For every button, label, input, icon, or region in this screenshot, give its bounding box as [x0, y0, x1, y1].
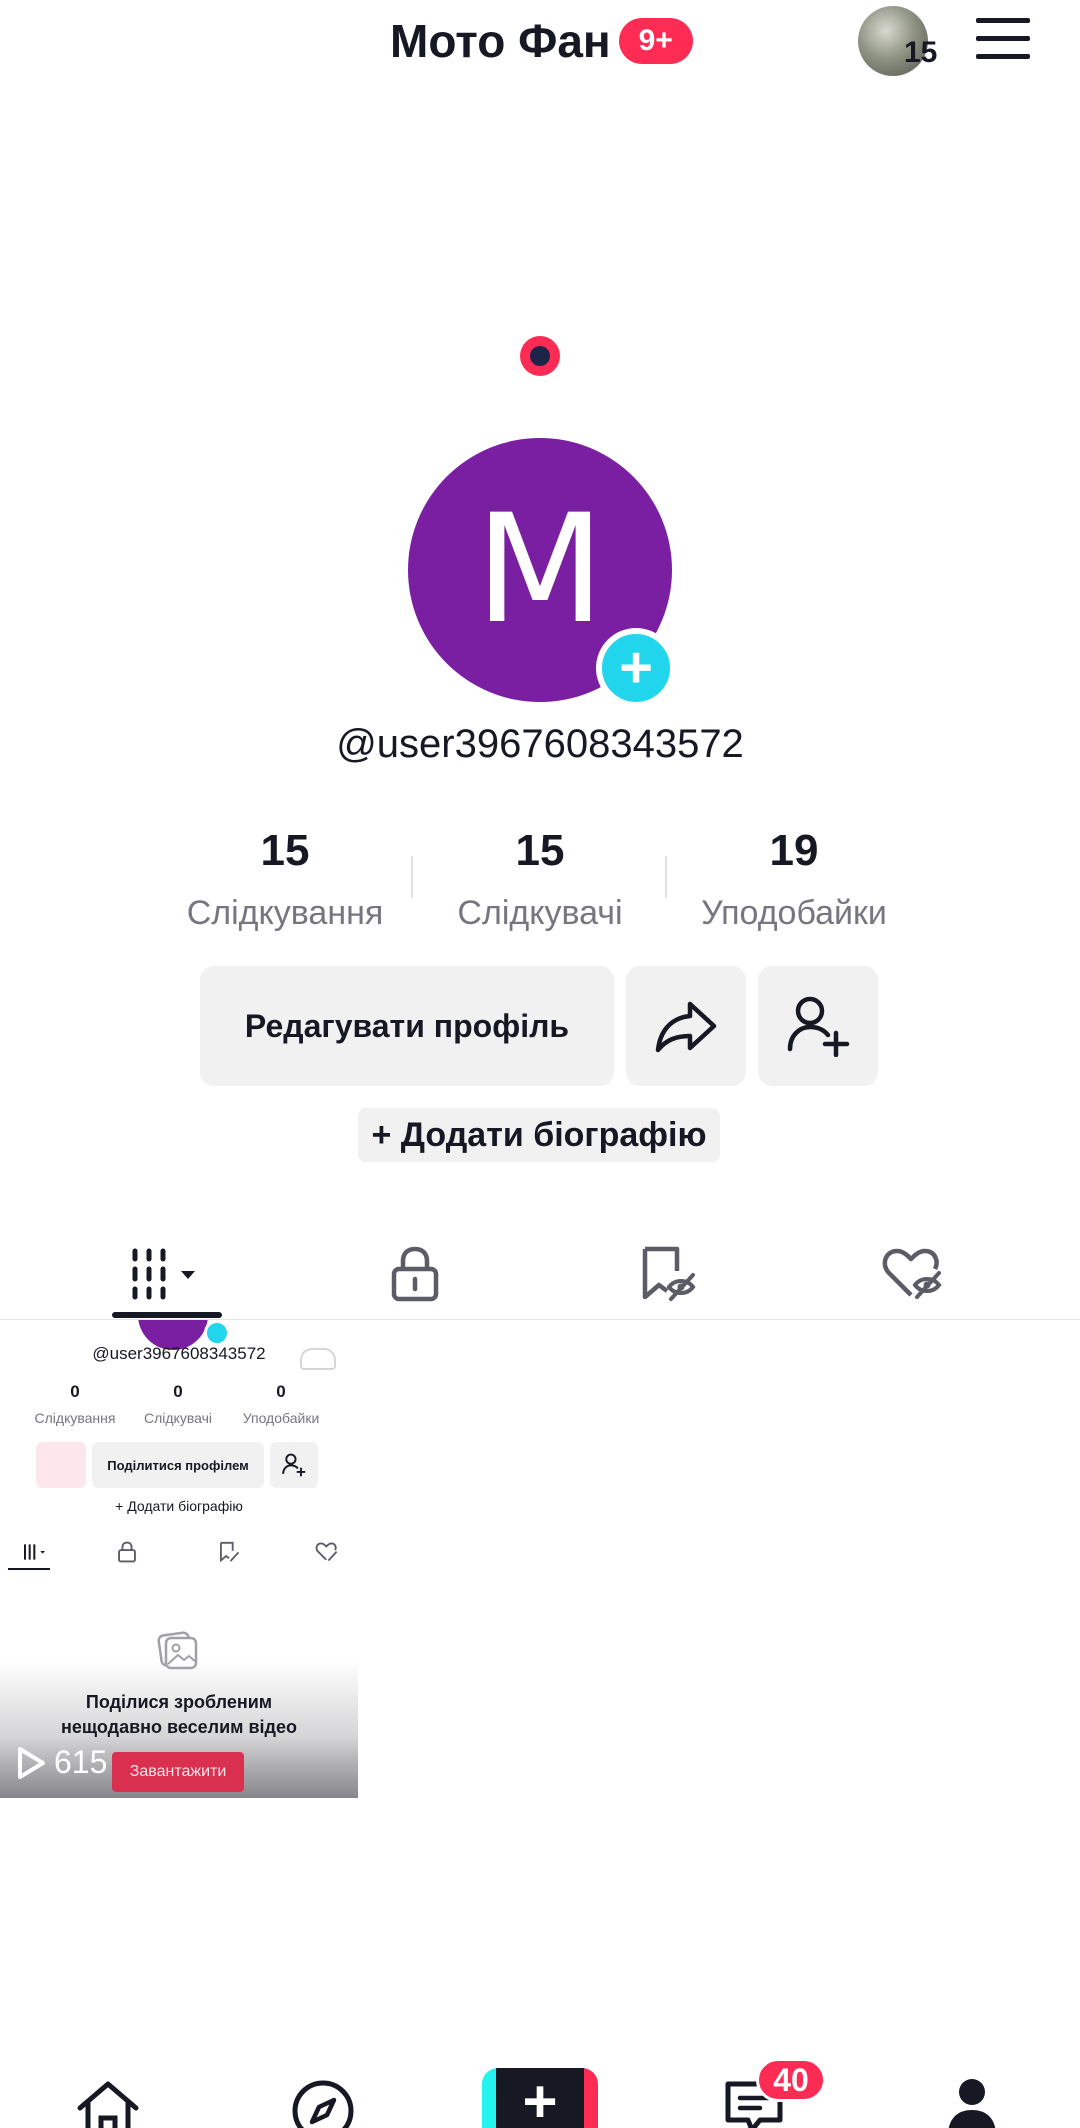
preview-prompt-line2: нещодавно веселим відео: [61, 1717, 297, 1737]
compass-icon: [292, 2080, 354, 2128]
tab-private[interactable]: [280, 1228, 550, 1320]
add-avatar-button[interactable]: +: [596, 628, 676, 708]
preview-pink-button: [36, 1442, 86, 1488]
top-bar: Мото Фан 9+ 15: [0, 0, 1080, 90]
view-count-value: 615: [54, 1744, 108, 1780]
tab-saved[interactable]: [532, 1228, 802, 1320]
preview-share-button: Поділитися профілем: [92, 1442, 264, 1488]
preview-stat-followers: 0 Слідкувачі: [123, 1382, 233, 1426]
bottom-navigation: +: [0, 2068, 1080, 2128]
plus-icon: +: [522, 2068, 558, 2128]
stat-followers-value: 15: [515, 826, 565, 875]
video-thumbnail[interactable]: @user3967608343572 0 Слідкування 0 Слідк…: [0, 1320, 358, 1798]
saved-hidden-icon: [642, 1246, 696, 1301]
menu-icon[interactable]: [976, 18, 1030, 60]
preview-tab-indicator: [8, 1568, 50, 1570]
stat-likes-value: 19: [769, 826, 819, 875]
stat-followers[interactable]: 15 Слідкувачі: [410, 826, 670, 933]
page-title: Мото Фан: [390, 15, 611, 67]
account-switcher[interactable]: Мото Фан 9+: [390, 14, 693, 68]
preview-upload-button: Завантажити: [112, 1752, 244, 1792]
username: @user3967608343572: [336, 722, 744, 766]
inbox-badge: 40: [756, 2058, 826, 2102]
preview-stat-label: Слідкувачі: [143, 1410, 212, 1426]
nav-profile[interactable]: [944, 2076, 1000, 2128]
avatar-letter: M: [475, 483, 605, 657]
preview-grid-icon: [0, 1534, 70, 1570]
content-tabs: [0, 1228, 1080, 1320]
live-indicator-icon[interactable]: [520, 336, 560, 376]
preview-stat-label: Уподобайки: [242, 1410, 320, 1426]
stat-following-value: 15: [260, 826, 310, 875]
stat-following-label: Слідкування: [186, 894, 384, 932]
preview-liked-icon: [292, 1534, 358, 1570]
story-count: 15: [904, 36, 938, 69]
play-icon: [18, 1746, 45, 1779]
preview-tabs: [0, 1534, 358, 1574]
preview-add-bio: + Додати біографію: [115, 1498, 243, 1514]
preview-stat-value: 0: [70, 1382, 80, 1401]
preview-stat-following: 0 Слідкування: [20, 1382, 130, 1426]
nav-discover[interactable]: [290, 2078, 356, 2128]
tab-liked[interactable]: [778, 1228, 1048, 1320]
edit-profile-button[interactable]: Редагувати профіль: [200, 966, 614, 1086]
nav-home[interactable]: [74, 2078, 142, 2128]
create-button[interactable]: +: [482, 2068, 598, 2128]
share-profile-button[interactable]: [626, 966, 746, 1086]
liked-hidden-icon: [882, 1248, 942, 1299]
preview-stat-value: 0: [276, 1382, 286, 1401]
stat-followers-label: Слідкувачі: [457, 894, 623, 932]
preview-cloud-icon: [300, 1348, 336, 1370]
stat-likes-label: Уподобайки: [701, 894, 887, 932]
tab-videos[interactable]: [30, 1228, 300, 1320]
preview-stat-likes: 0 Уподобайки: [226, 1382, 336, 1426]
preview-saved-icon: [194, 1534, 264, 1570]
add-user-icon: [787, 996, 850, 1057]
grid-icon: [132, 1248, 195, 1300]
add-user-icon: [282, 1453, 306, 1477]
preview-lock-icon: [92, 1534, 162, 1570]
add-bio-button[interactable]: + Додати біографію: [358, 1108, 720, 1162]
preview-add-user-button: [270, 1442, 318, 1488]
preview-add-icon: [204, 1320, 230, 1346]
active-tab-indicator: [112, 1312, 222, 1318]
stat-following[interactable]: 15 Слідкування: [155, 826, 415, 933]
profile-icon: [948, 2079, 996, 2128]
preview-prompt: Поділися зробленим нещодавно веселим від…: [0, 1690, 358, 1740]
share-arrow-icon: [655, 1001, 717, 1053]
preview-stat-value: 0: [173, 1382, 183, 1401]
preview-stat-label: Слідкування: [34, 1410, 116, 1426]
lock-icon: [391, 1246, 439, 1302]
home-icon: [77, 2081, 139, 2128]
add-friend-button[interactable]: [758, 966, 878, 1086]
preview-prompt-line1: Поділися зробленим: [85, 1692, 273, 1712]
stat-likes[interactable]: 19 Уподобайки: [664, 826, 924, 933]
view-count: 615: [16, 1744, 107, 1781]
notification-badge: 9+: [618, 18, 693, 64]
